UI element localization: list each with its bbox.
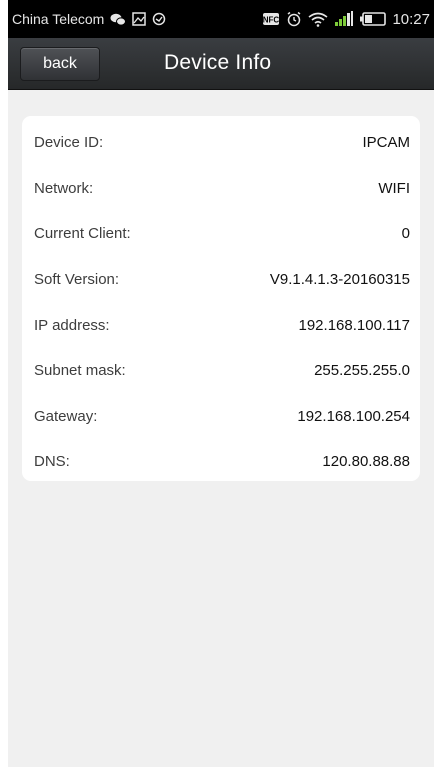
info-value: 192.168.100.254 <box>297 407 410 425</box>
info-row-current-client: Current Client: 0 <box>22 211 420 257</box>
status-left: China Telecom <box>12 11 168 27</box>
info-label: Gateway: <box>34 407 98 425</box>
info-label: Device ID: <box>34 134 104 152</box>
info-row-ip-address: IP address: 192.168.100.117 <box>22 302 420 348</box>
info-row-soft-version: Soft Version: V9.1.4.1.3-20160315 <box>22 257 420 303</box>
alarm-icon <box>286 11 302 27</box>
info-row-subnet-mask: Subnet mask: 255.255.255.0 <box>22 348 420 394</box>
info-value: IPCAM <box>362 134 410 152</box>
info-value: 0 <box>401 225 410 243</box>
info-value: 192.168.100.117 <box>298 316 411 334</box>
back-button[interactable]: back <box>20 47 100 81</box>
info-label: Subnet mask: <box>34 362 126 380</box>
mail-icon <box>152 12 168 26</box>
info-row-dns: DNS: 120.80.88.88 <box>22 439 420 485</box>
image-icon <box>132 12 147 26</box>
info-row-gateway: Gateway: 192.168.100.254 <box>22 394 420 440</box>
wechat-icon <box>110 13 127 26</box>
info-row-network: Network: WIFI <box>22 166 420 212</box>
nfc-text: NFC <box>263 16 280 25</box>
title-bar: back Device Info <box>8 38 434 90</box>
info-label: DNS: <box>34 453 70 471</box>
info-label: IP address: <box>34 316 110 334</box>
info-label: Network: <box>34 179 94 197</box>
carrier-name: China Telecom <box>12 11 105 27</box>
battery-icon <box>360 12 387 26</box>
info-value: V9.1.4.1.3-20160315 <box>269 271 410 289</box>
wifi-icon <box>308 12 328 27</box>
nfc-icon: NFC <box>262 12 280 26</box>
status-time: 10:27 <box>392 10 430 28</box>
device-info-card: Device ID: IPCAM Network: WIFI Current C… <box>22 116 420 481</box>
signal-icon <box>334 11 354 27</box>
info-value: 255.255.255.0 <box>314 362 410 380</box>
status-right: NFC 10:27 <box>262 11 430 28</box>
page-title: Device Info <box>164 51 272 74</box>
info-value: WIFI <box>378 179 410 197</box>
status-bar: China Telecom NFC 10:27 <box>8 0 434 38</box>
info-value: 120.80.88.88 <box>322 453 410 471</box>
info-label: Current Client: <box>34 225 131 243</box>
device-info-screen: China Telecom NFC 10:27 back Device Info… <box>8 0 434 767</box>
info-label: Soft Version: <box>34 271 120 289</box>
info-row-device-id: Device ID: IPCAM <box>22 120 420 166</box>
